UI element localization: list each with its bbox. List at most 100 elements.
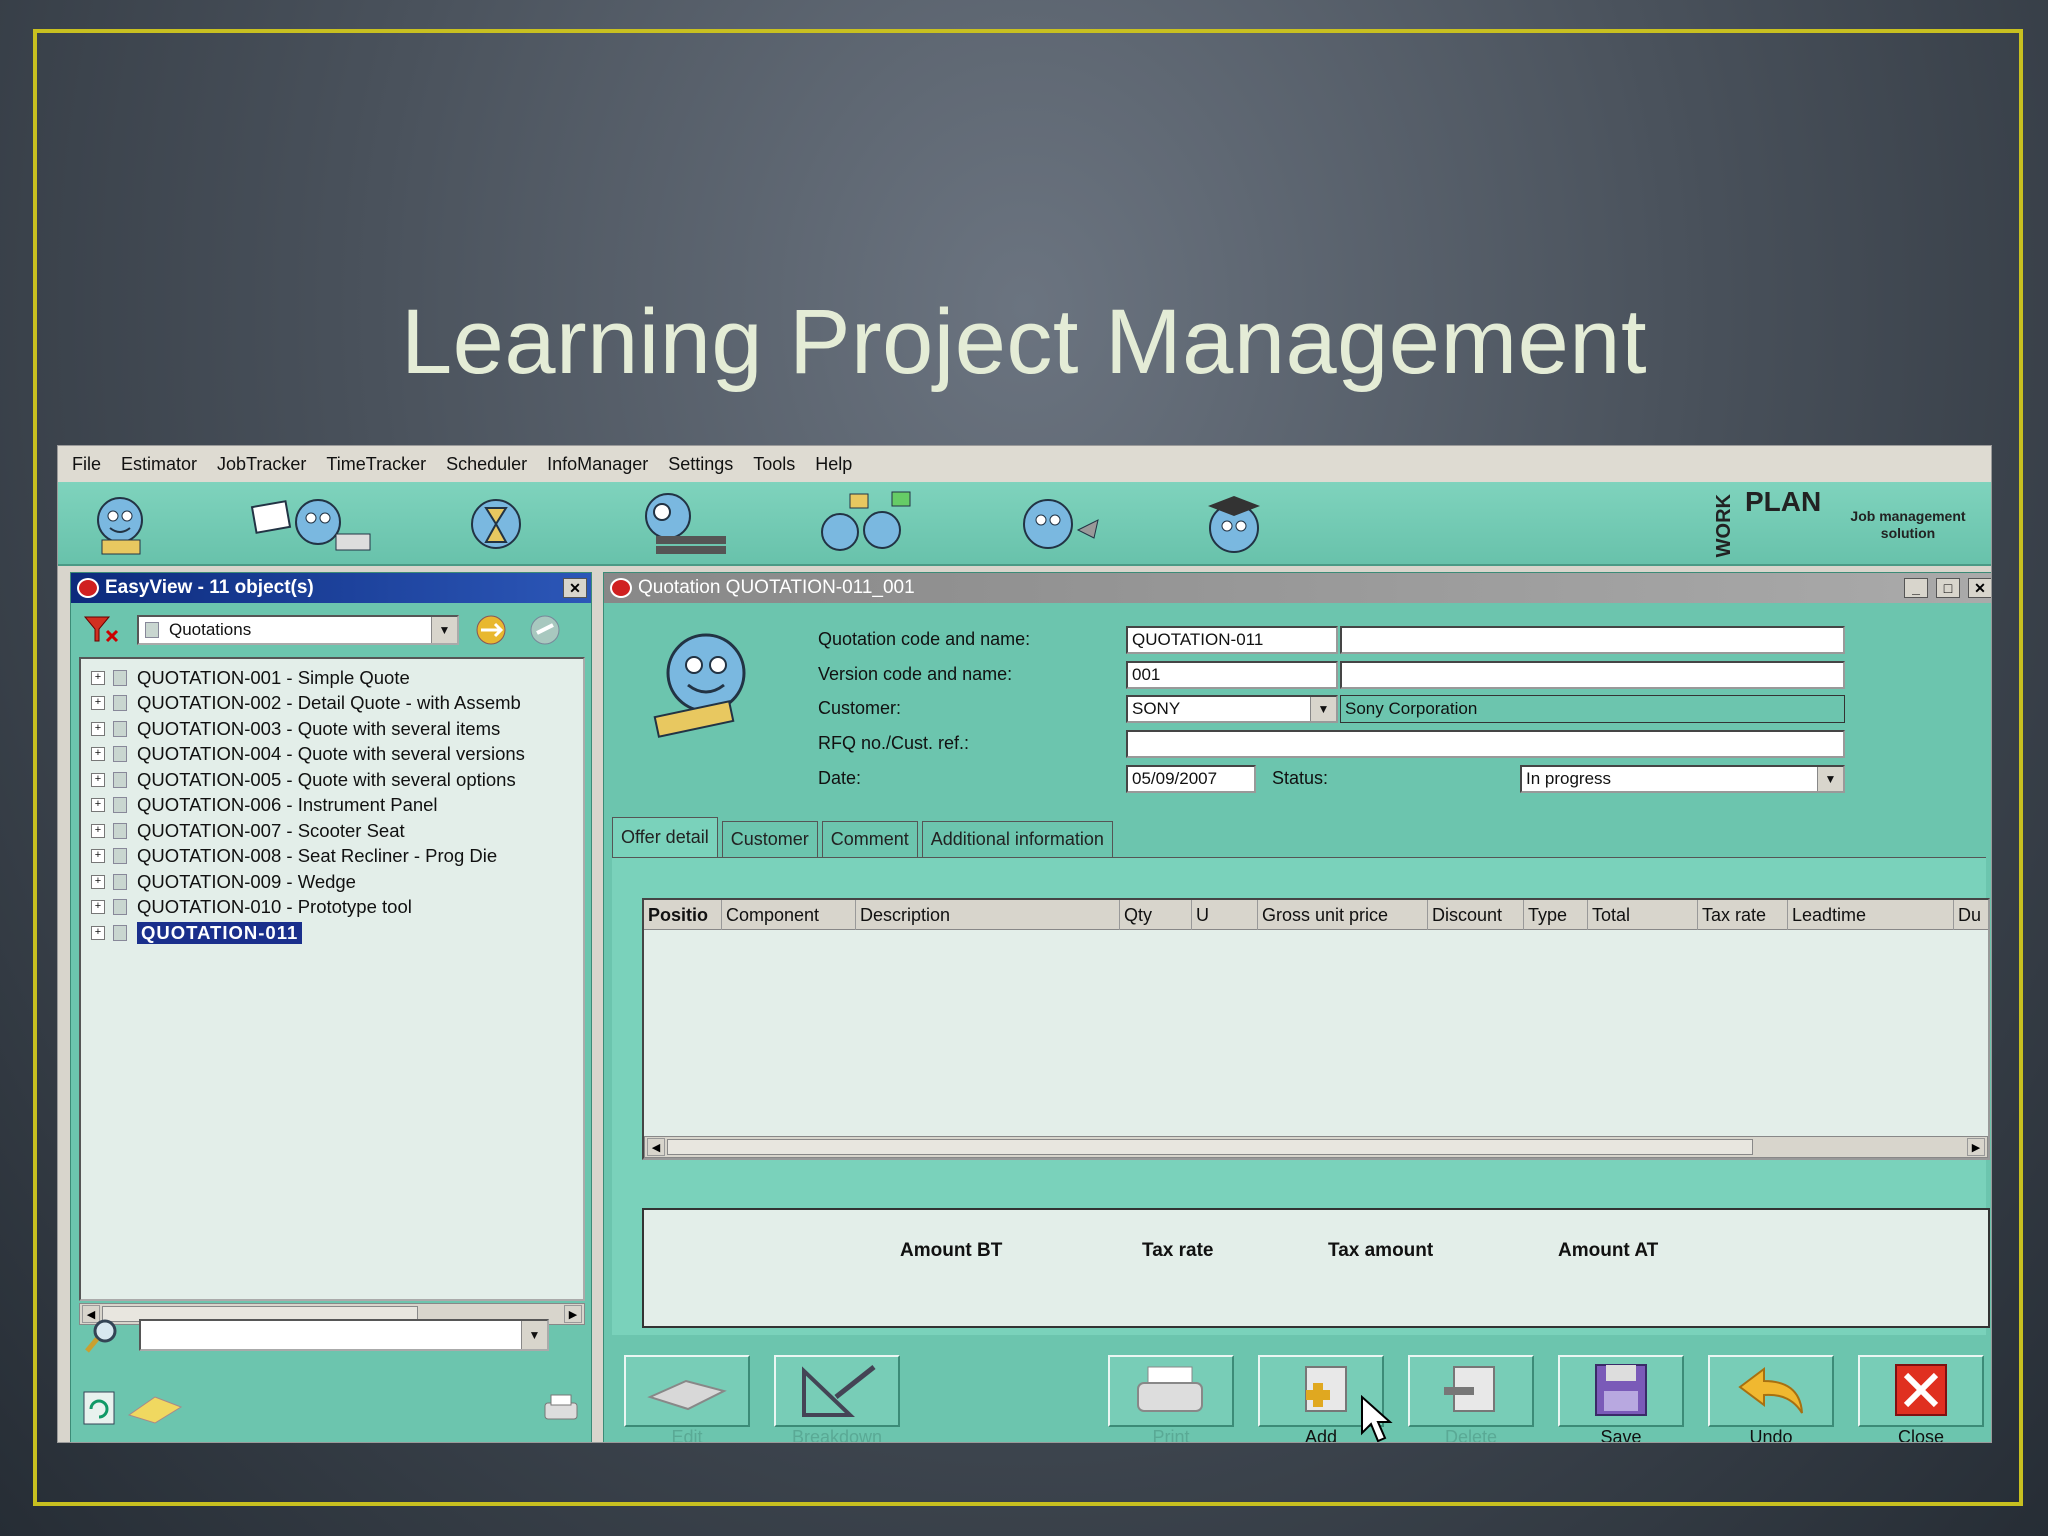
- column-header[interactable]: Du: [1954, 900, 1990, 930]
- expand-icon[interactable]: +: [91, 874, 105, 889]
- scroll-right-icon[interactable]: ▶: [1967, 1138, 1985, 1156]
- version-code-value: 001: [1132, 665, 1161, 684]
- tree-item[interactable]: + QUOTATION-008 - Seat Recliner - Prog Di…: [81, 844, 583, 870]
- menu-tools[interactable]: Tools: [753, 454, 795, 475]
- close-button[interactable]: [1858, 1355, 1984, 1427]
- refresh-icon[interactable]: [83, 1391, 115, 1425]
- quotation-tree: + QUOTATION-001 - Simple Quote + QUOTATION…: [79, 657, 585, 1301]
- grid-horizontal-scrollbar[interactable]: ◀ ▶: [644, 1136, 1988, 1158]
- clear-filter-icon[interactable]: [83, 613, 119, 645]
- chevron-down-icon[interactable]: ▼: [431, 617, 457, 643]
- tab-customer[interactable]: Customer: [721, 821, 818, 857]
- column-header[interactable]: Type: [1524, 900, 1588, 930]
- customer-name-value: Sony Corporation: [1345, 699, 1478, 718]
- print-button[interactable]: [1108, 1355, 1234, 1427]
- date-field[interactable]: 05/09/2007: [1126, 765, 1256, 793]
- refresh-list-icon[interactable]: [467, 613, 517, 647]
- column-header[interactable]: Tax rate: [1698, 900, 1788, 930]
- tree-item[interactable]: + QUOTATION-002 - Detail Quote - with Ass…: [81, 691, 583, 717]
- version-name-field[interactable]: [1340, 661, 1845, 689]
- close-icon[interactable]: ✕: [563, 578, 587, 598]
- menu-settings[interactable]: Settings: [668, 454, 733, 475]
- chevron-down-icon[interactable]: ▼: [521, 1321, 547, 1349]
- expand-icon[interactable]: +: [91, 823, 105, 838]
- chevron-down-icon[interactable]: ▼: [1817, 767, 1843, 791]
- column-header[interactable]: Qty: [1120, 900, 1192, 930]
- search-icon[interactable]: [83, 1315, 123, 1355]
- expand-icon[interactable]: +: [91, 900, 105, 915]
- app-logo-icon: [77, 578, 99, 598]
- column-header[interactable]: U: [1192, 900, 1258, 930]
- save-button[interactable]: [1558, 1355, 1684, 1427]
- tree-item[interactable]: + QUOTATION-005 - Quote with several opti…: [81, 767, 583, 793]
- tree-item[interactable]: + QUOTATION-003 - Quote with several item…: [81, 716, 583, 742]
- quotation-name-field[interactable]: [1340, 626, 1845, 654]
- undo-button[interactable]: [1708, 1355, 1834, 1427]
- version-code-field[interactable]: 001: [1126, 661, 1338, 689]
- column-header[interactable]: Description: [856, 900, 1120, 930]
- scrollbar-thumb[interactable]: [667, 1139, 1753, 1155]
- tree-item[interactable]: + QUOTATION-001 - Simple Quote: [81, 665, 583, 691]
- customer-code-select[interactable]: SONY ▼: [1126, 695, 1338, 723]
- quotation-code-field[interactable]: QUOTATION-011: [1126, 626, 1338, 654]
- menu-file[interactable]: File: [72, 454, 101, 475]
- menu-help[interactable]: Help: [815, 454, 852, 475]
- menu-scheduler[interactable]: Scheduler: [446, 454, 527, 475]
- tree-item[interactable]: + QUOTATION-006 - Instrument Panel: [81, 793, 583, 819]
- action-bar: Edit Breakdown Print Add Delete Save Und…: [612, 1351, 1986, 1442]
- expand-icon[interactable]: +: [91, 696, 105, 711]
- scroll-left-icon[interactable]: ◀: [647, 1138, 665, 1156]
- delete-button[interactable]: [1408, 1355, 1534, 1427]
- settings-globe-icon[interactable]: [998, 490, 1108, 560]
- expand-icon[interactable]: +: [91, 747, 105, 762]
- expand-icon[interactable]: +: [91, 670, 105, 685]
- column-header[interactable]: Discount: [1428, 900, 1524, 930]
- rfq-field[interactable]: [1126, 730, 1845, 758]
- link-disabled-icon[interactable]: [521, 613, 571, 647]
- estimator-globe-icon[interactable]: [80, 490, 164, 560]
- tree-item[interactable]: + QUOTATION-007 - Scooter Seat: [81, 818, 583, 844]
- column-header[interactable]: Total: [1588, 900, 1698, 930]
- document-icon: [113, 822, 127, 839]
- chevron-down-icon[interactable]: ▼: [1310, 697, 1336, 721]
- expand-icon[interactable]: +: [91, 925, 105, 940]
- tab-offer-detail[interactable]: Offer detail: [612, 817, 718, 857]
- brand-plan: PLAN: [1745, 486, 1822, 517]
- column-header[interactable]: Component: [722, 900, 856, 930]
- menu-estimator[interactable]: Estimator: [121, 454, 197, 475]
- maximize-icon[interactable]: □: [1936, 578, 1960, 598]
- expand-icon[interactable]: +: [91, 721, 105, 736]
- tab-additional-information[interactable]: Additional information: [921, 821, 1113, 857]
- menu-jobtracker[interactable]: JobTracker: [217, 454, 306, 475]
- column-header[interactable]: Leadtime: [1788, 900, 1954, 930]
- tree-item-label: QUOTATION-011: [137, 921, 303, 944]
- scheduler-globe-icon[interactable]: [618, 490, 748, 560]
- column-header[interactable]: Gross unit price: [1258, 900, 1428, 930]
- breakdown-button[interactable]: [774, 1355, 900, 1427]
- tree-item[interactable]: + QUOTATION-010 - Prototype tool: [81, 895, 583, 921]
- menu-timetracker[interactable]: TimeTracker: [326, 454, 426, 475]
- close-icon[interactable]: ✕: [1968, 578, 1991, 598]
- tree-item-selected[interactable]: + QUOTATION-011: [81, 920, 583, 946]
- help-graduate-globe-icon[interactable]: [1194, 490, 1278, 560]
- expand-icon[interactable]: +: [91, 798, 105, 813]
- infomanager-globes-icon[interactable]: [810, 490, 920, 560]
- edit-button[interactable]: [624, 1355, 750, 1427]
- tree-item[interactable]: + QUOTATION-009 - Wedge: [81, 869, 583, 895]
- minimize-icon[interactable]: _: [1904, 578, 1928, 598]
- expand-icon[interactable]: +: [91, 849, 105, 864]
- column-header[interactable]: Positio: [644, 900, 722, 930]
- document-icon: [113, 873, 127, 890]
- print-icon[interactable]: [541, 1391, 581, 1425]
- expand-icon[interactable]: +: [91, 772, 105, 787]
- tree-item[interactable]: + QUOTATION-004 - Quote with several vers…: [81, 742, 583, 768]
- timetracker-hourglass-icon[interactable]: [456, 490, 540, 560]
- search-input[interactable]: ▼: [139, 1319, 549, 1351]
- customer-label: Customer:: [818, 698, 902, 718]
- note-icon[interactable]: [125, 1391, 185, 1425]
- tab-comment[interactable]: Comment: [821, 821, 918, 857]
- object-type-select[interactable]: Quotations ▼: [137, 615, 459, 645]
- status-select[interactable]: In progress ▼: [1520, 765, 1845, 793]
- jobtracker-globe-icon[interactable]: [248, 490, 378, 560]
- menu-infomanager[interactable]: InfoManager: [547, 454, 648, 475]
